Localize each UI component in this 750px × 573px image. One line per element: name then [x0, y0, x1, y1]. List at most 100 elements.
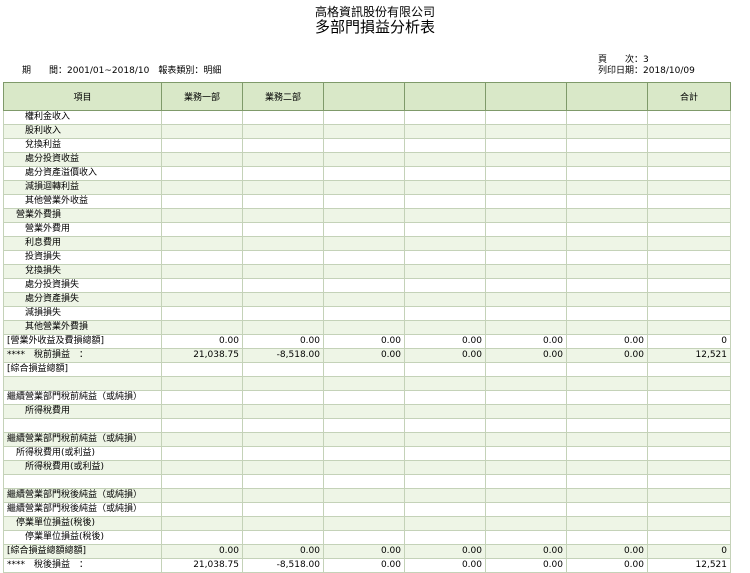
cell-value	[404, 474, 486, 489]
cell-value	[647, 460, 731, 475]
cell-value	[404, 208, 486, 223]
cell-value	[161, 236, 243, 251]
row-label: 繼續營業部門稅後純益（或純損）	[3, 488, 162, 503]
table-row: **** 稅後損益 ： 21,038.75 -8,518.00 0.00 0.00 0.0…	[3, 558, 731, 573]
cell-value	[242, 166, 324, 181]
row-label: 處分資產溢價收入	[3, 166, 162, 181]
cell-value	[647, 502, 731, 517]
table-row: 所得稅費用(或利益)	[3, 460, 731, 475]
table-row: 繼續營業部門稅前純益（或純損）	[3, 432, 731, 447]
cell-value	[242, 306, 324, 321]
cell-value	[161, 250, 243, 265]
cell-value: -8,518.00	[242, 348, 324, 363]
cell-value	[647, 124, 731, 139]
cell-value	[566, 236, 648, 251]
cell-value	[485, 208, 567, 223]
cell-value	[647, 180, 731, 195]
cell-value	[566, 320, 648, 335]
cell-value	[323, 292, 405, 307]
table-row: 兌換利益	[3, 138, 731, 153]
cell-value	[323, 152, 405, 167]
cell-value: 0.00	[404, 348, 486, 363]
cell-value	[566, 306, 648, 321]
cell-value	[242, 180, 324, 195]
cell-value	[485, 138, 567, 153]
cell-value	[566, 124, 648, 139]
cell-value	[404, 250, 486, 265]
cell-value	[161, 278, 243, 293]
row-label: 股利收入	[3, 124, 162, 139]
cell-value: 0.00	[323, 334, 405, 349]
cell-value	[404, 488, 486, 503]
cell-value	[566, 432, 648, 447]
row-label: 兌換損失	[3, 264, 162, 279]
row-label	[3, 418, 162, 433]
cell-value	[404, 376, 486, 391]
row-label: 營業外費用	[3, 222, 162, 237]
cell-value	[566, 208, 648, 223]
cell-value	[485, 194, 567, 209]
row-label: 營業外費損	[3, 208, 162, 223]
cell-value	[323, 320, 405, 335]
cell-value	[485, 530, 567, 545]
cell-value	[566, 446, 648, 461]
cell-value	[485, 152, 567, 167]
cell-value	[242, 292, 324, 307]
cell-value	[566, 404, 648, 419]
cell-value	[242, 208, 324, 223]
cell-value	[161, 292, 243, 307]
cell-value: 0.00	[566, 558, 648, 573]
row-label	[3, 474, 162, 489]
cell-value	[323, 138, 405, 153]
cell-value	[323, 180, 405, 195]
cell-value	[404, 278, 486, 293]
row-label: 處分投資損失	[3, 278, 162, 293]
cell-value	[404, 222, 486, 237]
cell-value: 0	[647, 544, 731, 559]
row-label: 處分資產損失	[3, 292, 162, 307]
cell-value: 0.00	[566, 348, 648, 363]
row-label: 繼續營業部門稅前純益（或純損）	[3, 432, 162, 447]
cell-value	[485, 236, 567, 251]
row-label: **** 稅前損益 ：	[3, 348, 162, 363]
cell-value	[242, 362, 324, 377]
table-row: 其他營業外費損	[3, 320, 731, 335]
cell-value	[404, 432, 486, 447]
table-row: 所得稅費用	[3, 404, 731, 419]
cell-value	[323, 222, 405, 237]
cell-value	[161, 138, 243, 153]
row-label: 減損損失	[3, 306, 162, 321]
cell-value	[647, 488, 731, 503]
cell-value	[485, 278, 567, 293]
cell-value	[242, 320, 324, 335]
cell-value	[161, 446, 243, 461]
column-header: 合計	[647, 82, 731, 111]
cell-value	[566, 474, 648, 489]
cell-value: -8,518.00	[242, 558, 324, 573]
cell-value	[323, 516, 405, 531]
cell-value	[323, 110, 405, 125]
row-label	[3, 376, 162, 391]
cell-value	[485, 320, 567, 335]
cell-value	[242, 110, 324, 125]
report-title: 多部門損益分析表	[314, 18, 435, 36]
row-label: 處分投資收益	[3, 152, 162, 167]
row-label: [營業外收益及費損總額]	[3, 334, 162, 349]
cell-value	[242, 418, 324, 433]
table-row: 所得稅費用(或利益)	[3, 446, 731, 461]
row-label: 繼續營業部門稅前純益（或純損）	[3, 390, 162, 405]
cell-value: 0.00	[485, 558, 567, 573]
cell-value	[242, 488, 324, 503]
cell-value	[323, 124, 405, 139]
cell-value	[485, 488, 567, 503]
cell-value	[323, 278, 405, 293]
table-row: 停業單位損益(稅後)	[3, 516, 731, 531]
row-label: 繼續營業部門稅後純益（或純損）	[3, 502, 162, 517]
row-label: 減損迴轉利益	[3, 180, 162, 195]
cell-value	[161, 516, 243, 531]
period-info: 期 間：2001/01~2018/10 報表類別：明細	[22, 66, 222, 76]
cell-value	[647, 362, 731, 377]
cell-value	[323, 194, 405, 209]
table-row: 繼續營業部門稅後純益（或純損）	[3, 502, 731, 517]
cell-value: 0	[647, 334, 731, 349]
